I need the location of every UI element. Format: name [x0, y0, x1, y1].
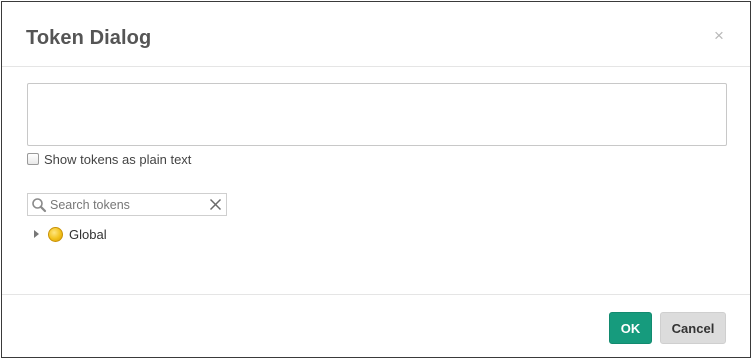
dialog-title: Token Dialog — [26, 27, 152, 49]
close-icon[interactable]: × — [712, 27, 726, 44]
search-icon — [32, 198, 47, 213]
plain-text-option[interactable]: Show tokens as plain text — [27, 151, 191, 167]
search-input[interactable] — [50, 196, 200, 213]
ok-button[interactable]: OK — [609, 312, 652, 344]
tree-item-label[interactable]: Global — [69, 227, 107, 242]
tree-item-global[interactable]: Global — [34, 224, 107, 244]
cancel-button[interactable]: Cancel — [660, 312, 726, 344]
token-dialog: Token Dialog × Show tokens as plain text… — [1, 1, 751, 358]
token-text-area[interactable] — [27, 83, 727, 146]
dialog-footer: OK Cancel — [2, 294, 750, 358]
plain-text-label: Show tokens as plain text — [44, 151, 192, 167]
clear-icon[interactable] — [209, 198, 222, 211]
token-search-box — [27, 193, 227, 216]
expand-arrow-icon[interactable] — [34, 230, 39, 238]
coin-icon — [48, 226, 63, 242]
dialog-header: Token Dialog × — [2, 2, 750, 67]
plain-text-checkbox[interactable] — [27, 153, 39, 165]
